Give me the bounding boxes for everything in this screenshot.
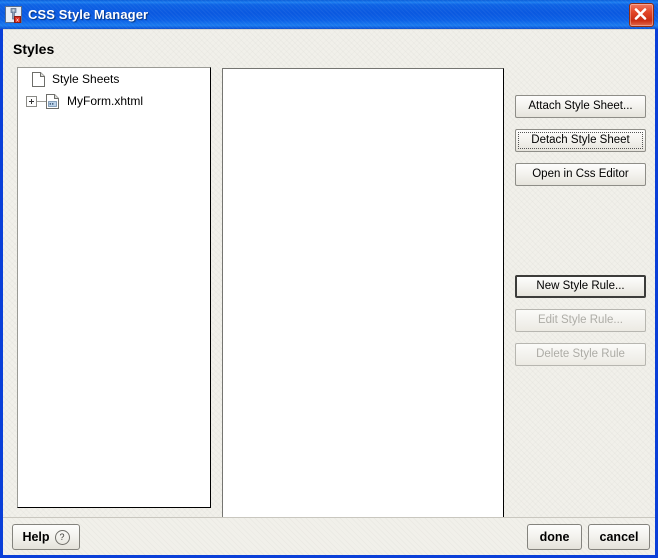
document-icon [32, 71, 45, 87]
tree-item-label: MyForm.xhtml [67, 94, 143, 108]
style-rules-content-panel[interactable] [222, 68, 504, 522]
done-button[interactable]: done [527, 524, 582, 550]
page-title: Styles [13, 41, 55, 57]
tree-item-myform-xhtml[interactable]: MyForm.xhtml [18, 90, 210, 112]
xhtml-document-icon [46, 93, 59, 109]
delete-style-rule-button: Delete Style Rule [515, 343, 646, 366]
tree-item-label: Style Sheets [52, 72, 120, 86]
new-style-rule-button[interactable]: New Style Rule... [515, 275, 646, 298]
app-icon: x [5, 6, 22, 23]
question-mark-icon: ? [54, 529, 70, 545]
edit-style-rule-button: Edit Style Rule... [515, 309, 646, 332]
dialog-client-area: Styles Style Sheets MyForm.xhtml Attach … [3, 29, 655, 555]
dialog-footer: Help ? done cancel [3, 517, 655, 555]
stylesheet-actions-group: Attach Style Sheet... Detach Style Sheet… [515, 95, 646, 197]
close-icon[interactable] [629, 3, 654, 27]
help-button-label: Help [22, 530, 50, 544]
css-style-manager-window: x CSS Style Manager Styles Style Sheets [0, 0, 658, 558]
open-in-css-editor-button[interactable]: Open in Css Editor [515, 163, 646, 186]
attach-style-sheet-button[interactable]: Attach Style Sheet... [515, 95, 646, 118]
window-title: CSS Style Manager [28, 7, 149, 22]
detach-style-sheet-button[interactable]: Detach Style Sheet [515, 129, 646, 152]
title-bar[interactable]: x CSS Style Manager [0, 0, 658, 29]
expand-toggle-icon[interactable] [26, 95, 37, 107]
style-sheets-tree[interactable]: Style Sheets MyForm.xhtml [17, 67, 211, 508]
help-button[interactable]: Help ? [12, 524, 80, 550]
cancel-button[interactable]: cancel [588, 524, 650, 550]
tree-item-style-sheets[interactable]: Style Sheets [18, 68, 210, 90]
tree-connector-line [37, 100, 46, 102]
style-rule-actions-group: New Style Rule... Edit Style Rule... Del… [515, 275, 646, 377]
